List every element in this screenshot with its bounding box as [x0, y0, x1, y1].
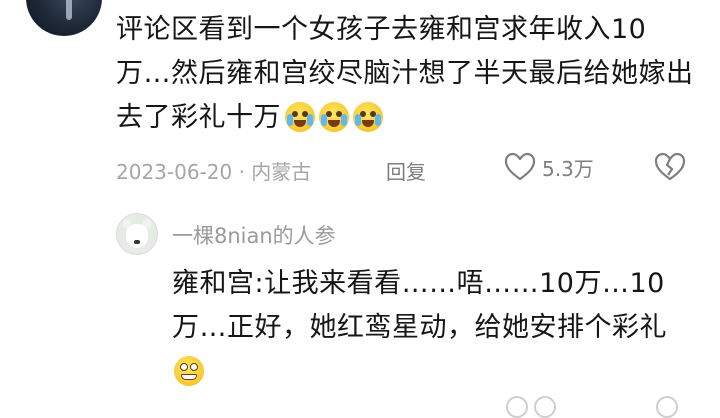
comment-meta-row: 2023-06-20 · 内蒙古 回复 5.3万 [116, 150, 706, 186]
crying-laughing-emoji-icon [353, 102, 383, 132]
like-count: 5.3万 [542, 156, 594, 181]
reply-body: 雍和宫:让我来看看……唔……10万…10万…正好，她红鸾星动，给她安排个彩礼 [172, 262, 692, 394]
comment-text: 评论区看到一个女孩子去雍和宫求年收入10万…然后雍和宫绞尽脑汁想了半天最后给她嫁… [116, 14, 694, 133]
broken-heart-icon [654, 152, 686, 181]
comment-body: 评论区看到一个女孩子去雍和宫求年收入10万…然后雍和宫绞尽脑汁想了半天最后给她嫁… [116, 8, 696, 146]
avatar-dog-face [126, 224, 148, 248]
avatar-figure [66, 0, 72, 20]
grinning-emoji-icon [174, 356, 204, 386]
avatar-dog-nose [134, 240, 140, 244]
comment-emojis [281, 102, 383, 146]
reply-text: 雍和宫:让我来看看……唔……10万…10万…正好，她红鸾星动，给她安排个彩礼 [172, 268, 667, 343]
crying-laughing-emoji-icon [285, 102, 315, 132]
comment-date-location: 2023-06-20 · 内蒙古 [116, 160, 312, 184]
like-button[interactable]: 5.3万 [504, 152, 594, 182]
replier-avatar[interactable] [116, 213, 158, 255]
partial-icon [534, 396, 556, 418]
partial-icon [506, 396, 528, 418]
dislike-button[interactable] [654, 152, 686, 187]
commenter-avatar[interactable] [26, 0, 102, 36]
crying-laughing-emoji-icon [319, 102, 349, 132]
reply-button[interactable]: 回复 [386, 156, 426, 185]
reply-username[interactable]: 一棵8nian的人参 [172, 220, 336, 250]
heart-icon [504, 152, 536, 181]
bottom-partial-icons [506, 396, 706, 418]
partial-icon [656, 396, 678, 418]
